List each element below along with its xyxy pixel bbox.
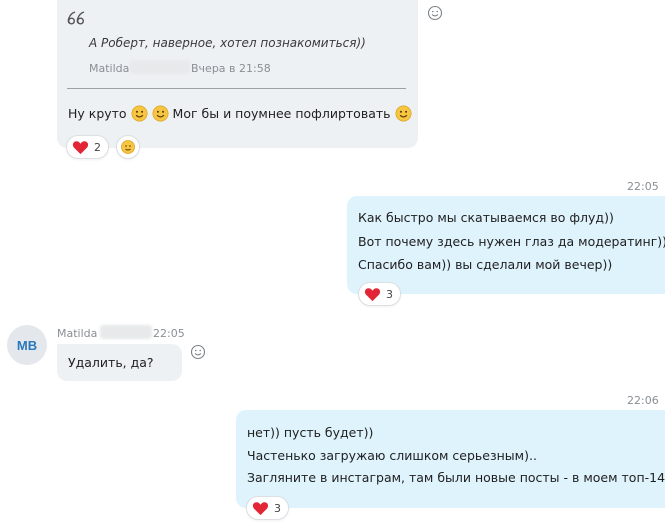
message-time: 22:05 bbox=[153, 327, 185, 340]
heart-count: 2 bbox=[94, 140, 101, 154]
quote-divider bbox=[67, 88, 406, 89]
sender-name: Matilda bbox=[57, 327, 98, 340]
message-line-2: Частенько загружаю слишком серьезным).. bbox=[247, 448, 537, 463]
message-text: Удалить, да? bbox=[68, 355, 154, 370]
heart-reaction[interactable]: 2 bbox=[66, 135, 109, 159]
add-reaction-icon bbox=[121, 140, 135, 154]
message-text-part-2: Мог бы и поумнее пофлиртовать bbox=[172, 106, 391, 121]
add-reaction-button[interactable] bbox=[116, 135, 140, 159]
redacted-name bbox=[130, 60, 190, 74]
outgoing-message[interactable]: Как быстро мы скатываемся во флуд)) Вот … bbox=[347, 196, 665, 294]
incoming-message[interactable]: Удалить, да? bbox=[57, 344, 182, 381]
heart-icon bbox=[364, 287, 381, 301]
heart-reaction[interactable]: 3 bbox=[358, 282, 401, 306]
message-line-1: Как быстро мы скатываемся во флуд)) bbox=[358, 210, 614, 225]
smiley-emoji-icon bbox=[152, 105, 169, 122]
heart-reaction[interactable]: 3 bbox=[246, 496, 289, 520]
message-line-2: Вот почему здесь нужен глаз да модератин… bbox=[358, 234, 665, 249]
incoming-message-with-quote[interactable]: А Роберт, наверное, хотел познакомиться)… bbox=[57, 0, 418, 148]
quote-text: А Роберт, наверное, хотел познакомиться)… bbox=[89, 36, 366, 50]
message-line-3: Загляните в инстаграм, там были новые по… bbox=[247, 470, 665, 485]
outgoing-message[interactable]: нет)) пусть будет)) Частенько загружаю с… bbox=[236, 410, 665, 508]
smiley-emoji-icon bbox=[395, 105, 411, 122]
message-text-part-1: Ну круто bbox=[68, 106, 127, 121]
message-line-3: Спасибо вам)) вы сделали мой вечер)) bbox=[358, 257, 613, 272]
smiley-icon[interactable] bbox=[427, 5, 443, 21]
heart-count: 3 bbox=[274, 501, 281, 515]
quote-icon bbox=[67, 11, 85, 25]
heart-icon bbox=[252, 501, 269, 515]
message-text: Ну круто Мог бы и поумнее пофлиртовать bbox=[68, 105, 412, 122]
smiley-icon[interactable] bbox=[190, 344, 206, 360]
message-line-1: нет)) пусть будет)) bbox=[247, 425, 374, 440]
heart-icon bbox=[72, 140, 89, 154]
heart-count: 3 bbox=[386, 287, 393, 301]
smiley-emoji-icon bbox=[131, 105, 148, 122]
redacted-name bbox=[100, 325, 152, 339]
quote-time: Вчера в 21:58 bbox=[191, 62, 271, 75]
avatar[interactable]: MB bbox=[7, 325, 47, 365]
quote-author: Matilda bbox=[89, 62, 130, 75]
message-time: 22:05 bbox=[627, 180, 659, 193]
message-time: 22:06 bbox=[627, 394, 659, 407]
